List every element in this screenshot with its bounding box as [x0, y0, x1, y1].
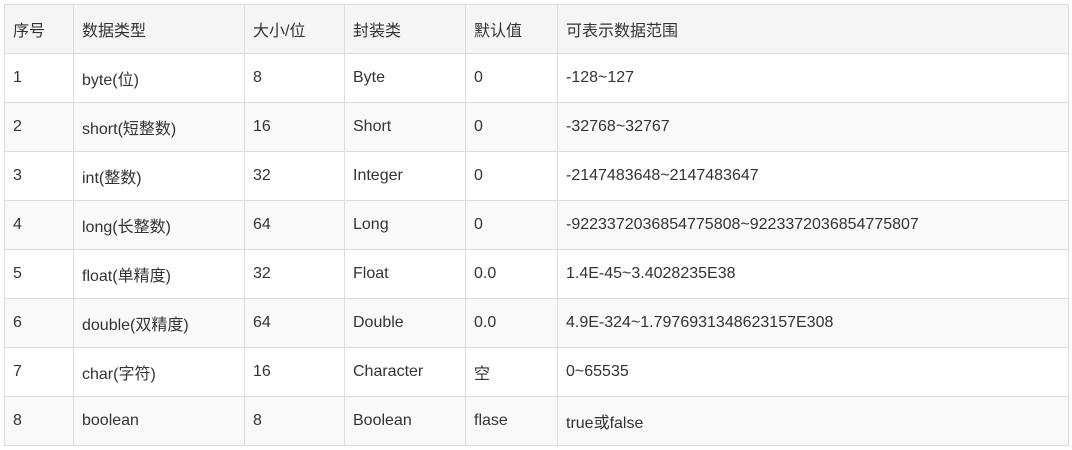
header-size-bits: 大小/位 [244, 4, 345, 54]
table-row: 2 short(短整数) 16 Short 0 -32768~32767 [4, 102, 1069, 152]
cell-value-range: -32768~32767 [557, 102, 1069, 152]
cell-data-type: short(短整数) [73, 102, 245, 152]
java-data-types-table: 序号 数据类型 大小/位 封装类 默认值 可表示数据范围 1 byte(位) 8… [4, 4, 1069, 446]
cell-value-range: -128~127 [557, 53, 1069, 103]
cell-index: 1 [4, 53, 74, 103]
table-row: 4 long(长整数) 64 Long 0 -92233720368547758… [4, 200, 1069, 250]
table-row: 8 boolean 8 Boolean flase true或false [4, 396, 1069, 446]
cell-index: 3 [4, 151, 74, 201]
cell-size-bits: 16 [244, 347, 345, 397]
cell-index: 6 [4, 298, 74, 348]
cell-default-value: 0 [465, 53, 558, 103]
cell-default-value: 0 [465, 151, 558, 201]
cell-index: 7 [4, 347, 74, 397]
cell-wrapper-class: Character [344, 347, 466, 397]
cell-index: 2 [4, 102, 74, 152]
cell-wrapper-class: Byte [344, 53, 466, 103]
table-row: 7 char(字符) 16 Character 空 0~65535 [4, 347, 1069, 397]
cell-default-value: 0.0 [465, 249, 558, 299]
cell-size-bits: 64 [244, 298, 345, 348]
header-index: 序号 [4, 4, 74, 54]
data-types-table-container: 序号 数据类型 大小/位 封装类 默认值 可表示数据范围 1 byte(位) 8… [4, 4, 1069, 446]
cell-size-bits: 8 [244, 396, 345, 446]
table-row: 3 int(整数) 32 Integer 0 -2147483648~21474… [4, 151, 1069, 201]
header-wrapper-class: 封装类 [344, 4, 466, 54]
cell-data-type: byte(位) [73, 53, 245, 103]
cell-data-type: char(字符) [73, 347, 245, 397]
cell-default-value: 0 [465, 102, 558, 152]
cell-value-range: -9223372036854775808~9223372036854775807 [557, 200, 1069, 250]
cell-size-bits: 8 [244, 53, 345, 103]
header-default-value: 默认值 [465, 4, 558, 54]
header-data-type: 数据类型 [73, 4, 245, 54]
cell-value-range: -2147483648~2147483647 [557, 151, 1069, 201]
cell-data-type: double(双精度) [73, 298, 245, 348]
cell-value-range: 4.9E-324~1.7976931348623157E308 [557, 298, 1069, 348]
table-row: 5 float(单精度) 32 Float 0.0 1.4E-45~3.4028… [4, 249, 1069, 299]
cell-wrapper-class: Double [344, 298, 466, 348]
cell-index: 5 [4, 249, 74, 299]
cell-index: 4 [4, 200, 74, 250]
cell-size-bits: 64 [244, 200, 345, 250]
header-value-range: 可表示数据范围 [557, 4, 1069, 54]
table-header-row: 序号 数据类型 大小/位 封装类 默认值 可表示数据范围 [4, 4, 1069, 54]
cell-value-range: 0~65535 [557, 347, 1069, 397]
cell-data-type: int(整数) [73, 151, 245, 201]
cell-value-range: true或false [557, 396, 1069, 446]
cell-index: 8 [4, 396, 74, 446]
cell-wrapper-class: Float [344, 249, 466, 299]
cell-default-value: flase [465, 396, 558, 446]
cell-size-bits: 16 [244, 102, 345, 152]
cell-data-type: long(长整数) [73, 200, 245, 250]
cell-value-range: 1.4E-45~3.4028235E38 [557, 249, 1069, 299]
cell-wrapper-class: Integer [344, 151, 466, 201]
cell-size-bits: 32 [244, 249, 345, 299]
cell-default-value: 0.0 [465, 298, 558, 348]
cell-wrapper-class: Long [344, 200, 466, 250]
cell-size-bits: 32 [244, 151, 345, 201]
cell-wrapper-class: Short [344, 102, 466, 152]
cell-data-type: boolean [73, 396, 245, 446]
cell-default-value: 0 [465, 200, 558, 250]
table-row: 1 byte(位) 8 Byte 0 -128~127 [4, 53, 1069, 103]
cell-default-value: 空 [465, 347, 558, 397]
table-row: 6 double(双精度) 64 Double 0.0 4.9E-324~1.7… [4, 298, 1069, 348]
cell-wrapper-class: Boolean [344, 396, 466, 446]
cell-data-type: float(单精度) [73, 249, 245, 299]
